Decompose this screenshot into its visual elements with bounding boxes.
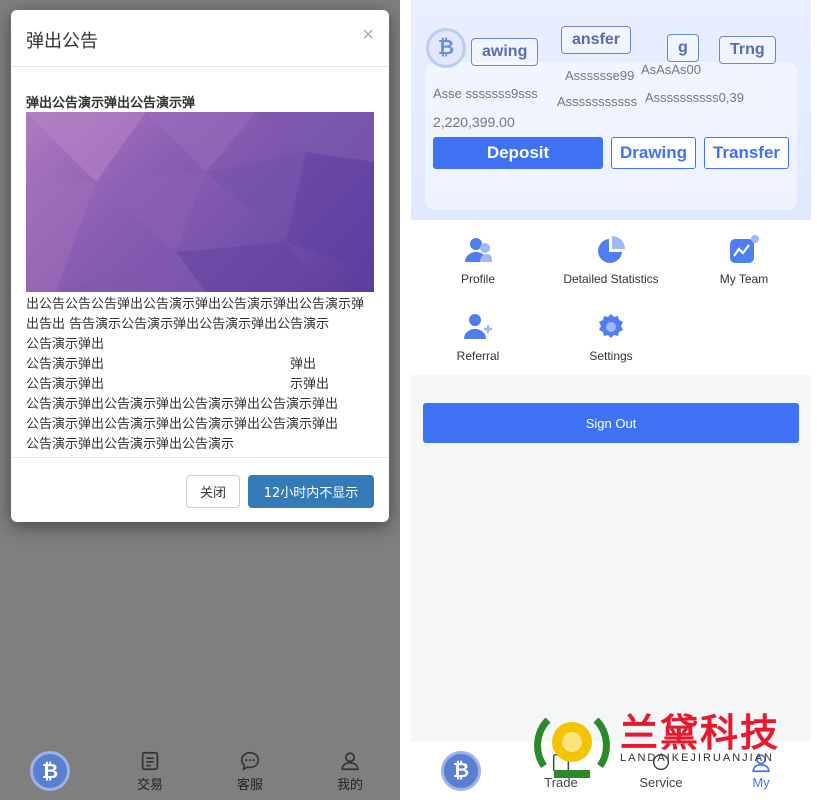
ghost-text: Asssssssssss: [557, 94, 638, 109]
tab-label: 交易: [136, 777, 163, 793]
menu-item-referral[interactable]: Referral: [413, 311, 543, 363]
modal-title: 弹出公告: [26, 31, 98, 52]
add-user-icon: [464, 314, 492, 339]
announcement-headline: 弹出公告演示弹出公告演示弹: [26, 96, 196, 111]
ghost-button: awing: [471, 38, 539, 66]
modal-header: 弹出公告 ×: [11, 10, 389, 67]
chat-icon: [240, 751, 260, 771]
tab-service[interactable]: 客服: [200, 750, 300, 793]
balance-amount: 2,220,399.00: [433, 114, 515, 130]
bitcoin-icon: ₿: [441, 751, 481, 791]
document-icon: [141, 751, 159, 770]
drawing-button[interactable]: Drawing: [611, 137, 696, 169]
text-line: 出公告公告公告弹出公告演示弹出公告演示弹出公告演示弹: [26, 297, 365, 312]
menu-label: Detailed Statistics: [563, 272, 659, 286]
tab-home[interactable]: ₿: [0, 751, 100, 791]
ghost-button: Trng: [719, 36, 776, 64]
user-icon: [341, 751, 359, 770]
modal-body: 弹出公告演示弹出公告演示弹 出公告公告公告弹出公告演示弹出公告演示弹出公告演示弹…: [11, 67, 389, 455]
tab-label: 我的: [336, 777, 363, 793]
menu-item-team[interactable]: My Team: [679, 234, 809, 286]
watermark-name: 兰黛科技: [620, 711, 781, 755]
account-menu: Profile Detailed Statistics My Team Refe…: [411, 220, 811, 375]
right-screen: ₿ awing ansfer g Trng Asssssse99 AsAsAs0…: [411, 0, 811, 800]
text-line: 公告演示弹出: [26, 337, 105, 352]
menu-label: Referral: [456, 349, 500, 363]
announcement-text: 出公告公告公告弹出公告演示弹出公告演示弹出公告演示弹 出告出 告告演示公告演示弹…: [26, 295, 374, 455]
menu-label: Settings: [589, 349, 633, 363]
transfer-button[interactable]: Transfer: [704, 137, 789, 169]
close-icon[interactable]: ×: [362, 24, 374, 47]
profile-icon: [465, 238, 492, 262]
text-line: 公告演示弹出 弹出: [26, 357, 316, 372]
tab-mine[interactable]: 我的: [300, 750, 400, 793]
watermark-subtitle: LANDAIKEJIRUANJIAN: [620, 752, 774, 764]
pie-chart-icon: [598, 236, 625, 263]
modal-footer: 关闭 12小时内不显示: [11, 457, 389, 522]
watermark: 兰黛科技 LANDAIKEJIRUANJIAN: [532, 700, 802, 800]
tab-home[interactable]: ₿: [411, 751, 511, 791]
logo-icon: [534, 717, 610, 778]
ghost-text: Assssssssss0,39: [645, 90, 744, 105]
menu-label: Profile: [460, 272, 495, 286]
announcement-modal: 弹出公告 × 弹出公告演示弹出公告演示弹 出公告公告公告弹出公告演示弹出公告演示…: [11, 10, 389, 522]
left-tabbar: ₿ 交易 客服 我的: [0, 742, 400, 800]
menu-item-profile[interactable]: Profile: [413, 234, 543, 286]
ghost-text: AsAsAs00: [641, 62, 701, 77]
account-header: ₿ awing ansfer g Trng Asssssse99 AsAsAs0…: [411, 0, 811, 220]
text-line: 公告演示弹出 示弹出: [26, 377, 329, 392]
text-line: 公告演示弹出公告演示弹出公告演示弹出公告演示弹出: [26, 417, 339, 432]
ghost-button: ansfer: [561, 26, 632, 54]
bitcoin-icon: ₿: [30, 751, 70, 791]
bitcoin-icon: ₿: [426, 28, 466, 68]
tab-trade[interactable]: 交易: [100, 750, 200, 793]
menu-item-statistics[interactable]: Detailed Statistics: [546, 234, 676, 286]
close-button[interactable]: 关闭: [186, 475, 240, 508]
ghost-text: Asssssse99: [565, 68, 635, 83]
ghost-text: Asse sssssss9sss: [433, 86, 538, 101]
sign-out-button[interactable]: Sign Out: [423, 403, 799, 443]
ghost-button: g: [667, 34, 699, 62]
deposit-button[interactable]: Deposit: [433, 137, 603, 169]
text-line: 公告演示弹出公告演示弹出公告演示: [26, 437, 235, 452]
menu-label: My Team: [719, 272, 769, 286]
menu-item-settings[interactable]: Settings: [546, 311, 676, 363]
gear-icon: [599, 314, 623, 338]
left-screen: ₿ 交易 客服 我的 弹出公告 × 弹出公告演示弹出公告演示弹 出公告公告公告弹…: [0, 0, 400, 800]
hide-12h-button[interactable]: 12小时内不显示: [248, 475, 374, 508]
tab-label: 客服: [236, 777, 263, 793]
balance-card: [425, 62, 797, 210]
announcement-image: [26, 112, 374, 292]
text-line: 出告出 告告演示公告演示弹出公告演示弹出公告演示: [26, 317, 330, 332]
team-chart-icon: [730, 235, 759, 263]
text-line: 公告演示弹出公告演示弹出公告演示弹出公告演示弹出: [26, 397, 339, 412]
